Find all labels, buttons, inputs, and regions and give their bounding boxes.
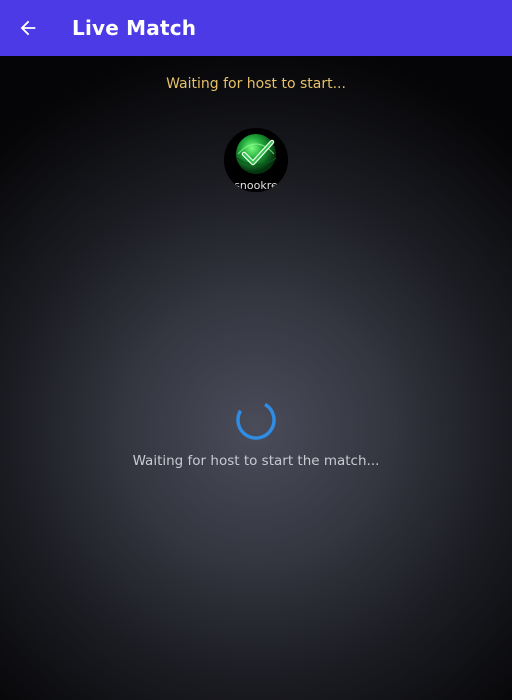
- back-button[interactable]: [0, 0, 56, 56]
- page-title: Live Match: [72, 16, 197, 40]
- loading-spinner: [235, 399, 277, 441]
- arrow-left-icon: [20, 20, 36, 36]
- loading-spinner-icon: [236, 400, 276, 440]
- host-avatar: snookre: [224, 128, 288, 192]
- match-waiting-area: Waiting for host to start... snookre Wai…: [0, 56, 512, 700]
- svg-text:snookre: snookre: [234, 179, 278, 192]
- waiting-match-text: Waiting for host to start the match...: [132, 453, 380, 469]
- green-checkmark-globe-logo-icon: snookre: [224, 128, 288, 192]
- app-bar: Live Match: [0, 0, 512, 56]
- waiting-status-text: Waiting for host to start...: [166, 76, 346, 92]
